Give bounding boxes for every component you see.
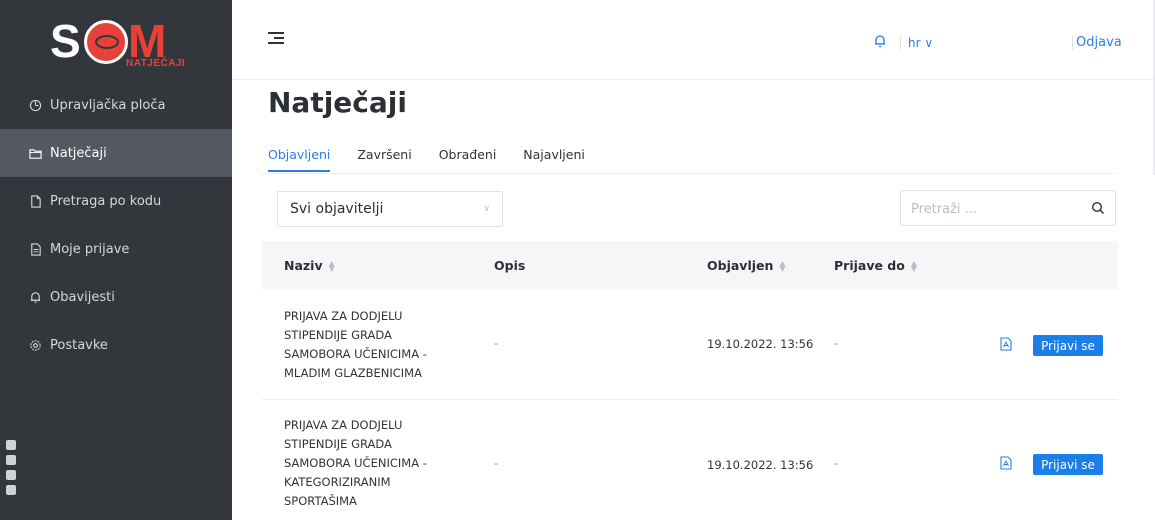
column-header-objavljen[interactable]: Objavljen ▲ ▼ [707, 258, 786, 273]
sidebar-item-label: Moje prijave [50, 241, 130, 257]
sort-icon: ▲ ▼ [779, 258, 786, 273]
tab-obradeni[interactable]: Obrađeni [439, 147, 497, 172]
pdf-icon[interactable] [1000, 337, 1012, 351]
tender-deadline: - [834, 336, 839, 350]
browser-tools [6, 440, 18, 500]
tender-description: - [494, 456, 499, 470]
search-input[interactable] [911, 199, 1071, 219]
tenders-table: Naziv ▲ ▼ Opis Objavljen ▲ ▼ Prijave do ▲ ▼… [262, 241, 1118, 520]
page-title: Natječaji [268, 86, 407, 119]
dashboard-icon [28, 98, 42, 112]
column-header-opis: Opis [494, 258, 526, 273]
sidebar-item-label: Upravljačka ploča [50, 97, 166, 113]
tab-objavljeni[interactable]: Objavljeni [268, 147, 331, 172]
logo-subtitle: NATJEČAJI [126, 58, 186, 69]
chevron-down-icon: ∨ [483, 204, 490, 214]
tender-published-date: 19.10.2022. 13:56 [707, 337, 814, 351]
select-value: Svi objavitelji [290, 201, 384, 217]
tabs: Objavljeni Završeni Obrađeni Najavljeni [268, 147, 612, 172]
sort-icon: ▲ ▼ [910, 258, 917, 273]
sidebar-item-label: Obavijesti [50, 289, 115, 305]
sidebar-item-label: Pretraga po kodu [50, 193, 162, 209]
pdf-icon[interactable] [1000, 456, 1012, 470]
gear-icon [28, 338, 42, 352]
document-icon [28, 194, 42, 208]
camera-icon[interactable] [6, 440, 16, 450]
sidebar-item-natjecaji[interactable]: Natječaji [0, 129, 232, 177]
menu-toggle-icon[interactable] [268, 32, 284, 46]
settings-icon[interactable] [6, 485, 16, 495]
table-row: PRIJAVA ZA DODJELU STIPENDIJE GRADA SAMO… [262, 400, 1118, 520]
tender-deadline: - [834, 456, 839, 470]
tender-name[interactable]: PRIJAVA ZA DODJELU STIPENDIJE GRADA SAMO… [284, 307, 427, 383]
fish-logo-icon [84, 20, 128, 64]
search-box [900, 190, 1116, 226]
bell-icon [28, 290, 42, 304]
sidebar-nav: Upravljačka ploča Natječaji Pretraga po … [0, 81, 232, 369]
sidebar-item-postavke[interactable]: Postavke [0, 321, 232, 369]
tab-zavrseni[interactable]: Završeni [357, 147, 411, 172]
apply-button[interactable]: Prijavi se [1033, 335, 1103, 356]
publisher-filter-select[interactable]: Svi objavitelji ∨ [277, 191, 503, 227]
tender-description: - [494, 336, 499, 350]
sidebar-item-dashboard[interactable]: Upravljačka ploča [0, 81, 232, 129]
table-row: PRIJAVA ZA DODJELU STIPENDIJE GRADA SAMO… [262, 290, 1118, 400]
sort-icon: ▲ ▼ [328, 258, 335, 273]
video-icon[interactable] [6, 455, 16, 465]
topbar: hr ∨ Odjava [232, 0, 1155, 175]
column-header-naziv[interactable]: Naziv ▲ ▼ [284, 258, 335, 273]
tab-najavljeni[interactable]: Najavljeni [523, 147, 585, 172]
sidebar-item-obavijesti[interactable]: Obavijesti [0, 273, 232, 321]
document-icon [28, 242, 42, 256]
image-icon[interactable] [6, 470, 16, 480]
apply-button[interactable]: Prijavi se [1033, 454, 1103, 475]
sidebar-item-label: Natječaji [50, 145, 107, 161]
folder-icon [28, 146, 42, 160]
notification-bell-icon[interactable] [873, 34, 887, 48]
som-logo: S M NATJEČAJI [50, 15, 186, 69]
column-header-prijave-do[interactable]: Prijave do ▲ ▼ [834, 258, 917, 273]
sidebar-item-label: Postavke [50, 337, 108, 353]
sidebar-item-moje-prijave[interactable]: Moje prijave [0, 225, 232, 273]
tender-published-date: 19.10.2022. 13:56 [707, 458, 814, 472]
sidebar: S M NATJEČAJI Upravljačka ploča Natječaj… [0, 0, 232, 520]
logout-link[interactable]: Odjava [1076, 35, 1122, 50]
logo[interactable]: S M NATJEČAJI [0, 0, 232, 80]
tabs-divider [262, 173, 1117, 174]
sidebar-item-pretraga[interactable]: Pretraga po kodu [0, 177, 232, 225]
table-header: Naziv ▲ ▼ Opis Objavljen ▲ ▼ Prijave do ▲ ▼ [262, 241, 1118, 290]
language-select[interactable]: hr ∨ [908, 36, 933, 50]
search-icon[interactable] [1091, 201, 1105, 215]
tender-name[interactable]: PRIJAVA ZA DODJELU STIPENDIJE GRADA SAMO… [284, 416, 427, 511]
